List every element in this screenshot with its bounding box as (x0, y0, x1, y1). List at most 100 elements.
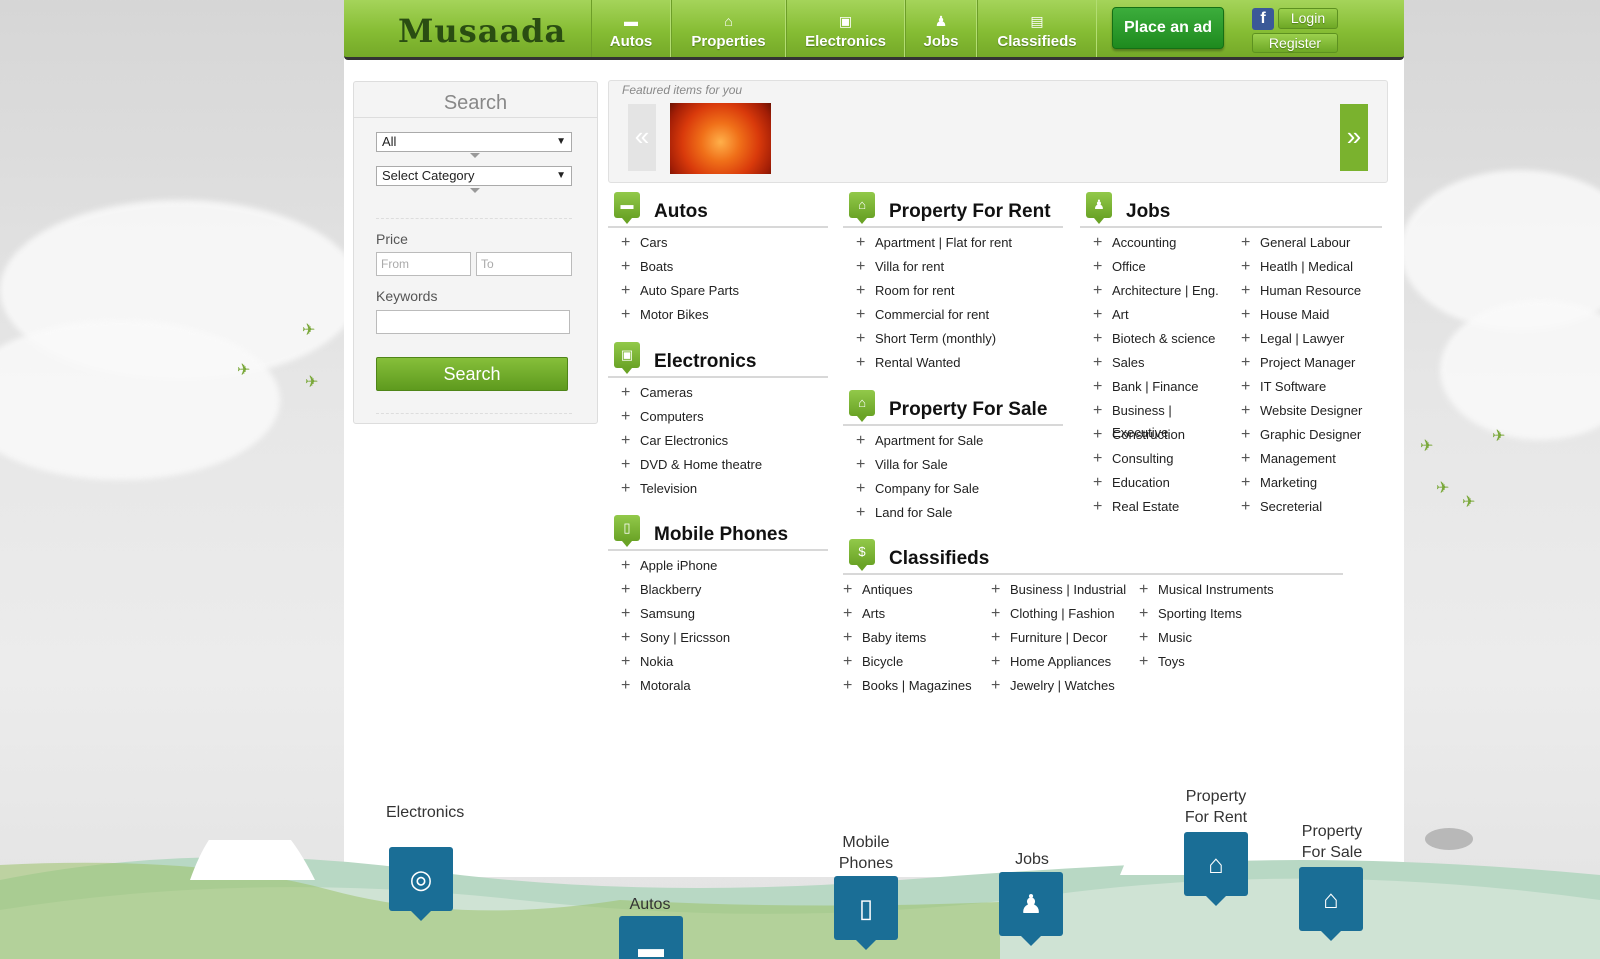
list-item[interactable]: Company for Sale (843, 478, 1063, 502)
category-title[interactable]: Property For Sale (889, 399, 1047, 421)
site-logo[interactable]: Musaada (398, 12, 566, 50)
list-item[interactable]: Website Designer (1228, 400, 1382, 424)
list-item[interactable]: Short Term (monthly) (843, 328, 1063, 352)
list-item[interactable]: Commercial for rent (843, 304, 1063, 328)
nav-properties[interactable]: ⌂ Properties (671, 0, 786, 57)
list-item[interactable]: Samsung (608, 603, 828, 627)
list-item[interactable]: Sony | Ericsson (608, 627, 828, 651)
list-item[interactable]: Television (608, 478, 828, 502)
list-item[interactable]: Car Electronics (608, 430, 828, 454)
category-title[interactable]: Property For Rent (889, 201, 1051, 223)
next-arrow-button[interactable]: » (1340, 104, 1368, 171)
category-select[interactable]: Select Category ▼ (376, 166, 572, 186)
register-button[interactable]: Register (1252, 33, 1338, 53)
map-marker-property-rent[interactable]: ⌂ (1184, 832, 1248, 906)
list-item[interactable]: Toys (1139, 651, 1299, 675)
list-item[interactable]: Project Manager (1228, 352, 1382, 376)
list-item[interactable]: Construction (1080, 424, 1228, 448)
list-item[interactable]: Sales (1080, 352, 1228, 376)
list-item[interactable]: Motor Bikes (608, 304, 828, 328)
nav-autos[interactable]: ▬ Autos (591, 0, 671, 57)
list-item[interactable]: Human Resource (1228, 280, 1382, 304)
map-label-sale-line1: Property (1301, 823, 1363, 840)
list-item[interactable]: Clothing | Fashion (991, 603, 1139, 627)
list-item[interactable]: Home Appliances (991, 651, 1139, 675)
list-item[interactable]: Villa for rent (843, 256, 1063, 280)
category-title[interactable]: Mobile Phones (654, 524, 788, 546)
place-ad-button[interactable]: Place an ad (1112, 7, 1224, 49)
list-item[interactable]: Bicycle (843, 651, 991, 675)
list-item[interactable]: Cameras (608, 382, 828, 406)
keywords-input[interactable] (376, 310, 570, 334)
list-item[interactable]: Books | Magazines (843, 675, 991, 699)
list-item[interactable]: Arts (843, 603, 991, 627)
list-item[interactable]: Office (1080, 256, 1228, 280)
list-item[interactable]: Jewelry | Watches (991, 675, 1139, 699)
list-item[interactable]: Land for Sale (843, 502, 1063, 526)
list-item[interactable]: House Maid (1228, 304, 1382, 328)
list-item[interactable]: Accounting (1080, 232, 1228, 256)
map-marker-electronics[interactable]: ◎ (389, 847, 453, 921)
list-item[interactable]: Musical Instruments (1139, 579, 1299, 603)
price-from-input[interactable]: From (376, 252, 471, 276)
chevron-down-icon (470, 188, 480, 193)
list-item[interactable]: General Labour (1228, 232, 1382, 256)
facebook-icon[interactable]: f (1252, 8, 1274, 30)
list-item[interactable]: Apartment | Flat for rent (843, 232, 1063, 256)
list-item[interactable]: Business | Industrial (991, 579, 1139, 603)
list-item[interactable]: Marketing (1228, 472, 1382, 496)
list-item[interactable]: Blackberry (608, 579, 828, 603)
list-item[interactable]: Biotech & science (1080, 328, 1228, 352)
list-item[interactable]: Consulting (1080, 448, 1228, 472)
list-item[interactable]: Baby items (843, 627, 991, 651)
speaker-icon: ▣ (614, 342, 640, 374)
list-item[interactable]: Room for rent (843, 280, 1063, 304)
list-item[interactable]: Rental Wanted (843, 352, 1063, 376)
list-item[interactable]: Music (1139, 627, 1299, 651)
price-to-input[interactable]: To (476, 252, 572, 276)
list-item[interactable]: Nokia (608, 651, 828, 675)
list-item[interactable]: Villa for Sale (843, 454, 1063, 478)
list-item[interactable]: Art (1080, 304, 1228, 328)
list-item[interactable]: Cars (608, 232, 828, 256)
map-marker-autos[interactable]: ▬ (619, 916, 683, 959)
category-title[interactable]: Electronics (654, 351, 756, 373)
list-item[interactable]: Antiques (843, 579, 991, 603)
login-button[interactable]: Login (1278, 8, 1338, 29)
nav-jobs[interactable]: ♟ Jobs (905, 0, 977, 57)
list-item[interactable]: Auto Spare Parts (608, 280, 828, 304)
category-title[interactable]: Autos (654, 201, 708, 223)
list-item[interactable]: Secreterial (1228, 496, 1382, 520)
list-item[interactable]: Motorala (608, 675, 828, 699)
nav-classifieds[interactable]: ▤ Classifieds (977, 0, 1097, 57)
featured-item-image[interactable] (670, 103, 771, 174)
top-navigation: Musaada ▬ Autos ⌂ Properties ▣ Electroni… (344, 0, 1404, 60)
prev-arrow-button[interactable]: « (628, 104, 656, 171)
list-item[interactable]: Education (1080, 472, 1228, 496)
list-item[interactable]: Business | Executive (1080, 400, 1228, 440)
house-icon: ⌂ (849, 390, 875, 422)
map-marker-mobile-phones[interactable]: ▯ (834, 876, 898, 950)
list-item[interactable]: Real Estate (1080, 496, 1228, 520)
list-item[interactable]: Apple iPhone (608, 555, 828, 579)
list-item[interactable]: Architecture | Eng. (1080, 280, 1228, 304)
map-marker-property-sale[interactable]: ⌂ (1299, 867, 1363, 941)
list-item[interactable]: Sporting Items (1139, 603, 1299, 627)
list-item[interactable]: Legal | Lawyer (1228, 328, 1382, 352)
list-item[interactable]: DVD & Home theatre (608, 454, 828, 478)
list-item[interactable]: Computers (608, 406, 828, 430)
list-item[interactable]: Heatlh | Medical (1228, 256, 1382, 280)
list-item[interactable]: Bank | Finance (1080, 376, 1228, 400)
list-item[interactable]: Boats (608, 256, 828, 280)
map-marker-jobs[interactable]: ♟ (999, 872, 1063, 946)
search-button[interactable]: Search (376, 357, 568, 391)
list-item[interactable]: Apartment for Sale (843, 430, 1063, 454)
nav-electronics[interactable]: ▣ Electronics (786, 0, 905, 57)
category-title[interactable]: Jobs (1126, 201, 1170, 223)
category-title[interactable]: Classifieds (889, 548, 989, 570)
list-item[interactable]: Furniture | Decor (991, 627, 1139, 651)
list-item[interactable]: Management (1228, 448, 1382, 472)
list-item[interactable]: Graphic Designer (1228, 424, 1382, 448)
all-select[interactable]: All ▼ (376, 132, 572, 152)
list-item[interactable]: IT Software (1228, 376, 1382, 400)
